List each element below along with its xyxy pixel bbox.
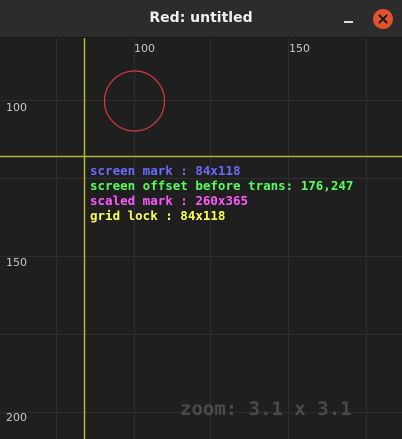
minimize-icon — [344, 21, 353, 23]
grid-lock-text: grid lock : 84x118 — [90, 208, 226, 223]
zoom-indicator: zoom: 3.1 x 3.1 — [180, 398, 352, 420]
close-icon — [378, 14, 388, 24]
close-button[interactable] — [373, 9, 393, 29]
ruler-y-label-150: 150 — [6, 256, 27, 269]
drawing-canvas[interactable]: 100 150 100 150 200 screen mark : 84x118… — [0, 38, 402, 439]
scaled-mark-text: scaled mark : 260x365 — [90, 193, 249, 208]
minimize-button[interactable] — [338, 9, 358, 29]
ruler-x-label-150: 150 — [289, 42, 310, 55]
ruler-x-label-100: 100 — [134, 42, 155, 55]
screen-mark-text: screen mark : 84x118 — [90, 163, 241, 178]
canvas-drawing: 100 150 100 150 200 — [0, 38, 402, 439]
screen-offset-text: screen offset before trans: 176,247 — [90, 178, 354, 193]
app-window: Red: untitled 100 150 100 150 200 screen… — [0, 0, 402, 439]
ruler-y-label-100: 100 — [6, 101, 27, 114]
grid — [0, 38, 402, 439]
title-bar[interactable]: Red: untitled — [0, 0, 402, 38]
ruler-y-label-200: 200 — [6, 411, 27, 424]
